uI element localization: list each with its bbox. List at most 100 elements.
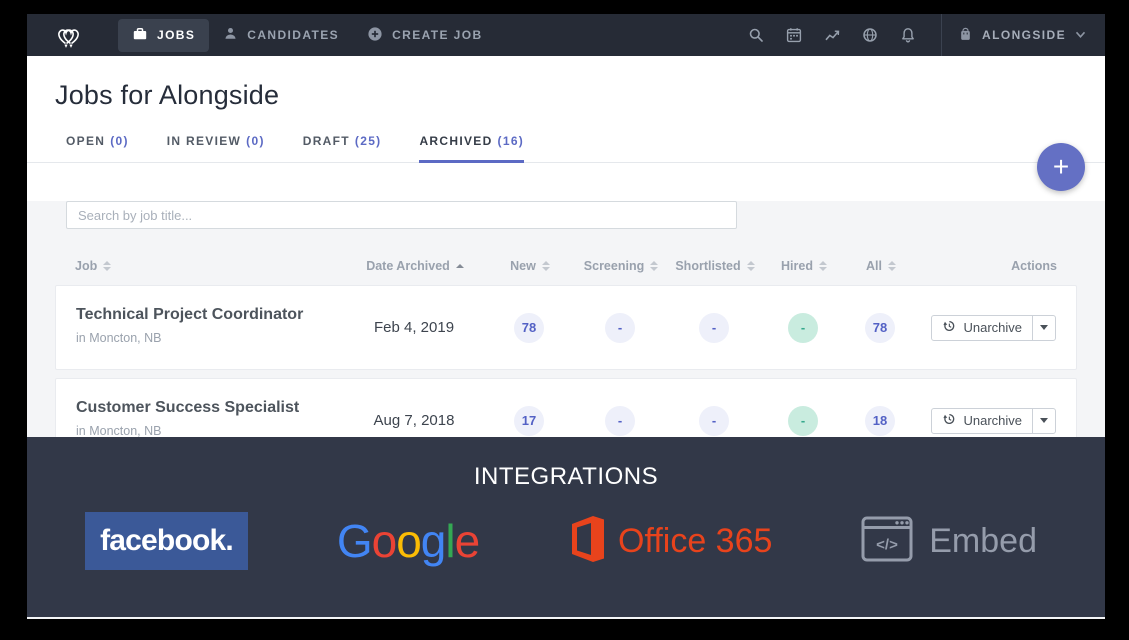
briefcase-icon [132,26,148,45]
unarchive-button[interactable]: Unarchive [931,408,1033,434]
tab-draft[interactable]: DRAFT (25) [303,134,382,163]
bell-icon[interactable] [889,27,927,43]
column-header-all[interactable]: All [845,259,917,273]
nav-item-candidates[interactable]: CANDIDATES [209,19,353,51]
actions-cell: Unarchive [916,315,1056,341]
shortlisted-count-badge[interactable]: - [699,313,729,343]
svg-text:</>: </> [876,536,898,553]
column-header-job[interactable]: Job [75,259,345,273]
office365-logo[interactable]: Office 365 [568,515,772,568]
google-letter: o [396,515,421,567]
facebook-logo[interactable]: facebook. [85,512,248,570]
embed-logo-text: Embed [929,522,1037,561]
column-header-shortlisted[interactable]: Shortlisted [667,259,763,273]
embed-logo[interactable]: </> Embed [861,516,1037,567]
hired-count-badge[interactable]: - [788,406,818,436]
facebook-logo-text: facebook. [100,524,233,558]
office365-logo-text: Office 365 [618,522,772,561]
nav-item-jobs[interactable]: JOBS [118,19,209,52]
tab-label: IN REVIEW [167,134,241,148]
google-letter: l [445,515,454,567]
restore-history-icon [942,319,956,336]
desktop-background: JOBS CANDIDATES [0,0,1129,640]
job-location: in Moncton, NB [76,331,344,345]
embed-code-window-icon: </> [861,516,913,567]
jobs-table: Job Date Archived New Screening [55,259,1077,463]
tab-label: OPEN [66,134,105,148]
column-label: New [510,259,536,273]
unarchive-dropdown-button[interactable] [1032,315,1056,341]
account-label: ALONGSIDE [982,28,1066,42]
tab-open[interactable]: OPEN (0) [66,134,129,163]
column-header-hired[interactable]: Hired [763,259,845,273]
plus-circle-icon [367,26,383,45]
sort-icon [103,261,111,271]
integrations-logos: facebook. Google Office 365 [27,512,1105,570]
all-count-badge[interactable]: 18 [865,406,895,436]
job-title-link[interactable]: Technical Project Coordinator [76,306,344,324]
add-job-button[interactable]: + [1037,143,1085,191]
tab-label: DRAFT [303,134,350,148]
unarchive-dropdown-button[interactable] [1032,408,1056,434]
restore-history-icon [942,412,956,429]
unarchive-label: Unarchive [963,413,1022,428]
sort-asc-icon [456,264,464,268]
google-letter: G [337,515,372,567]
hired-count-badge[interactable]: - [788,313,818,343]
search-input[interactable] [66,201,737,229]
analytics-icon[interactable] [813,27,851,43]
account-avatar-icon [958,26,973,45]
tab-archived[interactable]: ARCHIVED (16) [419,134,524,163]
nav-item-create-job[interactable]: CREATE JOB [353,19,496,52]
date-archived-value: Aug 7, 2018 [344,412,484,429]
unarchive-split-button: Unarchive [931,408,1056,434]
table-header: Job Date Archived New Screening [55,259,1077,273]
nav-item-label: CANDIDATES [247,28,339,42]
new-count-badge[interactable]: 17 [514,406,544,436]
column-label: Actions [1011,259,1057,273]
column-label: Screening [584,259,644,273]
shortlisted-count-badge[interactable]: - [699,406,729,436]
search-icon[interactable] [737,27,775,43]
person-icon [223,26,238,44]
tab-count: (16) [498,134,525,148]
tab-count: (25) [355,134,382,148]
date-archived-value: Feb 4, 2019 [344,319,484,336]
table-row: Technical Project Coordinator in Moncton… [55,285,1077,370]
nav-item-label: JOBS [157,28,195,42]
caret-down-icon [1040,325,1048,330]
screening-count-badge[interactable]: - [605,406,635,436]
chevron-down-icon [1075,28,1086,42]
column-header-date-archived[interactable]: Date Archived [345,259,485,273]
job-title-link[interactable]: Customer Success Specialist [76,399,344,417]
top-navbar: JOBS CANDIDATES [27,14,1105,56]
column-label: Hired [781,259,813,273]
screening-count-badge[interactable]: - [605,313,635,343]
navbar-divider [941,14,942,56]
all-count-badge[interactable]: 78 [865,313,895,343]
column-header-screening[interactable]: Screening [575,259,667,273]
column-label: Date Archived [366,259,450,273]
sort-icon [819,261,827,271]
app-window: JOBS CANDIDATES [27,14,1105,619]
navbar-right: ALONGSIDE [737,14,1090,56]
account-menu[interactable]: ALONGSIDE [954,20,1090,51]
tab-in-review[interactable]: IN REVIEW (0) [167,134,265,163]
tab-count: (0) [110,134,129,148]
new-count-badge[interactable]: 78 [514,313,544,343]
column-header-actions: Actions [917,259,1057,273]
google-logo[interactable]: Google [337,514,479,568]
unarchive-button[interactable]: Unarchive [931,315,1033,341]
job-cell: Technical Project Coordinator in Moncton… [76,286,344,345]
sort-icon [650,261,658,271]
google-letter: o [372,515,397,567]
sort-icon [747,261,755,271]
calendar-icon[interactable] [775,27,813,43]
globe-icon[interactable] [851,27,889,43]
column-label: Job [75,259,97,273]
alongside-logo-icon[interactable] [55,23,82,48]
column-header-new[interactable]: New [485,259,575,273]
sort-icon [888,261,896,271]
google-letter: g [421,515,446,567]
integrations-title: INTEGRATIONS [27,463,1105,491]
